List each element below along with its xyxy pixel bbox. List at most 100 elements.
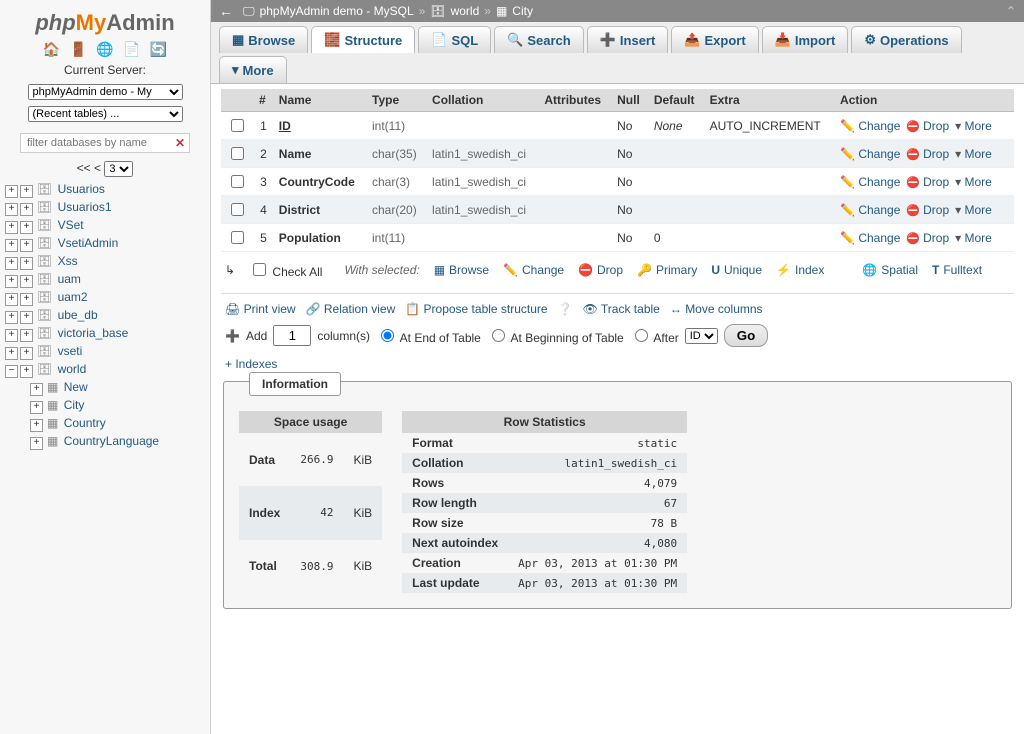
expand-icon[interactable]: + bbox=[20, 293, 33, 306]
docs-icon[interactable]: 📄 bbox=[123, 41, 140, 57]
expand-icon[interactable]: + bbox=[20, 365, 33, 378]
track-table-link[interactable]: 👁 Track table bbox=[583, 302, 660, 316]
toggle-icon[interactable]: + bbox=[5, 239, 18, 252]
row-checkbox[interactable] bbox=[231, 231, 244, 244]
db-item-xss[interactable]: ++🗄 Xss bbox=[5, 253, 205, 271]
drop-link[interactable]: Drop bbox=[906, 203, 949, 217]
table-item-new[interactable]: +▦ New bbox=[30, 379, 205, 397]
change-link[interactable]: Change bbox=[840, 119, 900, 133]
db-item-uam2[interactable]: ++🗄 uam2 bbox=[5, 289, 205, 307]
check-all[interactable]: Check All bbox=[249, 260, 322, 279]
row-checkbox[interactable] bbox=[231, 119, 244, 132]
clear-filter-icon[interactable]: ✕ bbox=[175, 136, 185, 150]
toggle-icon[interactable]: + bbox=[5, 293, 18, 306]
collapse-icon[interactable]: ⌃ bbox=[1006, 4, 1016, 18]
toggle-icon[interactable]: + bbox=[30, 401, 43, 414]
drop-link[interactable]: Drop bbox=[906, 175, 949, 189]
tab-search[interactable]: 🔍Search bbox=[494, 26, 584, 53]
db-item-ube_db[interactable]: ++🗄 ube_db bbox=[5, 307, 205, 325]
print-view-link[interactable]: 🖨 Print view bbox=[225, 302, 296, 316]
breadcrumb-db[interactable]: world bbox=[451, 4, 480, 18]
more-link[interactable]: More bbox=[955, 119, 992, 133]
home-icon[interactable]: 🏠 bbox=[43, 41, 60, 57]
tab-operations[interactable]: ⚙Operations bbox=[851, 26, 961, 53]
expand-icon[interactable]: + bbox=[20, 185, 33, 198]
ws-primary[interactable]: 🔑 Primary bbox=[637, 263, 697, 277]
ws-unique[interactable]: U Unique bbox=[711, 263, 762, 277]
toggle-icon[interactable]: + bbox=[5, 347, 18, 360]
breadcrumb-table[interactable]: City bbox=[512, 4, 533, 18]
toggle-icon[interactable]: + bbox=[30, 383, 43, 396]
tab-import[interactable]: 📥Import bbox=[762, 26, 849, 53]
drop-link[interactable]: Drop bbox=[906, 147, 949, 161]
server-select[interactable]: phpMyAdmin demo - My bbox=[28, 84, 183, 100]
toggle-indexes[interactable]: + Indexes bbox=[225, 357, 1010, 371]
after-field-select[interactable]: ID bbox=[685, 328, 718, 344]
toggle-icon[interactable]: + bbox=[5, 329, 18, 342]
tab-browse[interactable]: ▦Browse bbox=[219, 26, 308, 53]
expand-icon[interactable]: + bbox=[20, 329, 33, 342]
help-icon[interactable]: ❔ bbox=[558, 302, 573, 316]
db-item-vseti[interactable]: ++🗄 vseti bbox=[5, 343, 205, 361]
pager-prev[interactable]: << < bbox=[77, 161, 101, 175]
db-item-world[interactable]: −+🗄 world bbox=[5, 361, 205, 379]
move-columns-link[interactable]: ↔ Move columns bbox=[670, 302, 763, 316]
row-checkbox[interactable] bbox=[231, 203, 244, 216]
toggle-icon[interactable]: + bbox=[5, 221, 18, 234]
reload-icon[interactable]: 🔄 bbox=[150, 41, 167, 57]
db-item-vset[interactable]: ++🗄 VSet bbox=[5, 217, 205, 235]
toggle-icon[interactable]: + bbox=[5, 275, 18, 288]
ws-change[interactable]: ✏️ Change bbox=[503, 263, 564, 277]
toggle-icon[interactable]: + bbox=[5, 311, 18, 324]
change-link[interactable]: Change bbox=[840, 203, 900, 217]
breadcrumb-server[interactable]: phpMyAdmin demo - MySQL bbox=[260, 4, 414, 18]
ws-drop[interactable]: ⛔ Drop bbox=[578, 263, 623, 277]
drop-link[interactable]: Drop bbox=[906, 231, 949, 245]
go-button[interactable]: Go bbox=[724, 324, 769, 347]
pager-page-select[interactable]: 3 bbox=[104, 161, 133, 177]
expand-icon[interactable]: + bbox=[20, 347, 33, 360]
tab-insert[interactable]: ➕Insert bbox=[587, 26, 669, 53]
logout-icon[interactable]: 🚪 bbox=[70, 41, 87, 57]
opt-begin[interactable]: At Beginning of Table bbox=[487, 326, 624, 345]
opt-end[interactable]: At End of Table bbox=[376, 326, 481, 345]
ws-browse[interactable]: ▦ Browse bbox=[434, 263, 489, 277]
tab-sql[interactable]: 📄SQL bbox=[418, 26, 491, 53]
back-icon[interactable]: ← bbox=[219, 3, 233, 19]
globe-icon[interactable]: 🌐 bbox=[96, 41, 113, 57]
db-item-usuarios1[interactable]: ++🗄 Usuarios1 bbox=[5, 199, 205, 217]
table-item-country[interactable]: +▦ Country bbox=[30, 415, 205, 433]
db-item-vsetiadmin[interactable]: ++🗄 VsetiAdmin bbox=[5, 235, 205, 253]
expand-icon[interactable]: + bbox=[20, 221, 33, 234]
expand-icon[interactable]: + bbox=[20, 203, 33, 216]
change-link[interactable]: Change bbox=[840, 231, 900, 245]
row-checkbox[interactable] bbox=[231, 175, 244, 188]
ws-index[interactable]: ⚡ Index bbox=[776, 263, 824, 277]
tab-more[interactable]: ▾More bbox=[219, 56, 287, 83]
toggle-icon[interactable]: + bbox=[5, 257, 18, 270]
expand-icon[interactable]: + bbox=[20, 239, 33, 252]
filter-input[interactable] bbox=[25, 136, 175, 150]
change-link[interactable]: Change bbox=[840, 147, 900, 161]
db-item-usuarios[interactable]: ++🗄 Usuarios bbox=[5, 181, 205, 199]
recent-tables-select[interactable]: (Recent tables) ... bbox=[28, 106, 183, 122]
more-link[interactable]: More bbox=[955, 175, 992, 189]
ws-fulltext[interactable]: T Fulltext bbox=[932, 263, 982, 277]
db-item-uam[interactable]: ++🗄 uam bbox=[5, 271, 205, 289]
toggle-icon[interactable]: + bbox=[5, 185, 18, 198]
toggle-icon[interactable]: − bbox=[5, 365, 18, 378]
add-count-input[interactable] bbox=[273, 325, 311, 346]
toggle-icon[interactable]: + bbox=[30, 437, 43, 450]
drop-link[interactable]: Drop bbox=[906, 119, 949, 133]
more-link[interactable]: More bbox=[955, 231, 992, 245]
ws-spatial[interactable]: 🌐 Spatial bbox=[862, 263, 918, 277]
expand-icon[interactable]: + bbox=[20, 311, 33, 324]
tab-export[interactable]: 📤Export bbox=[671, 26, 758, 53]
row-checkbox[interactable] bbox=[231, 147, 244, 160]
toggle-icon[interactable]: + bbox=[30, 419, 43, 432]
table-item-city[interactable]: +▦ City bbox=[30, 397, 205, 415]
db-item-victoria_base[interactable]: ++🗄 victoria_base bbox=[5, 325, 205, 343]
more-link[interactable]: More bbox=[955, 203, 992, 217]
opt-after[interactable]: After bbox=[630, 326, 679, 345]
propose-structure-link[interactable]: 📋 Propose table structure bbox=[405, 302, 547, 316]
